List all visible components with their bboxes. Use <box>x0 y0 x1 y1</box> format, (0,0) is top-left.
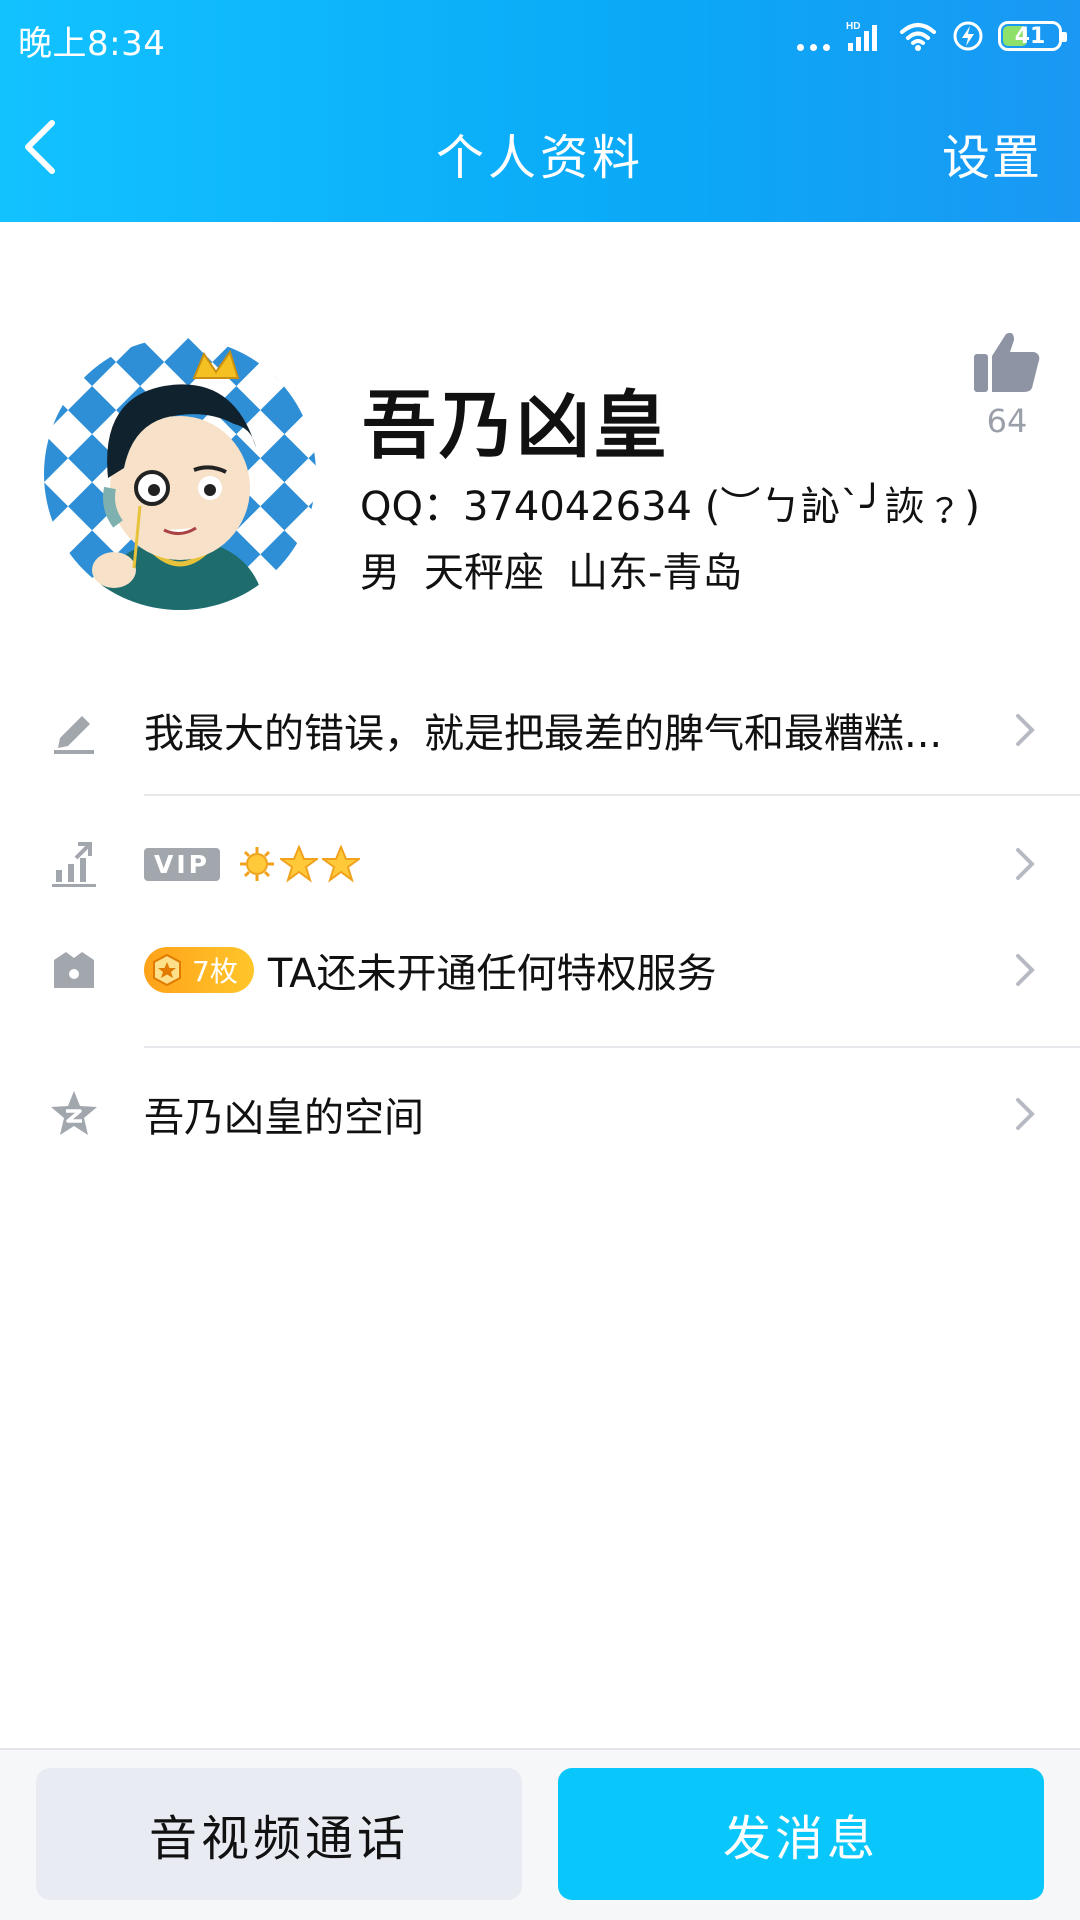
more-dots-icon <box>797 21 830 51</box>
send-message-button[interactable]: 发消息 <box>558 1768 1044 1900</box>
profile-meta: 男 天秤座 山东-青岛 <box>360 540 742 598</box>
sun-icon <box>239 847 274 881</box>
like-button[interactable]: 64 <box>966 328 1048 440</box>
medal-badge: 7枚 <box>144 947 254 993</box>
level-icons <box>238 845 360 883</box>
chevron-right-icon <box>1016 714 1035 746</box>
qq-number: QQ：374042634 (︶ㄅ訫ˋ╯詼﹖) <box>360 484 981 530</box>
charging-icon <box>953 21 983 51</box>
status-bar: 晚上8:34 HD 41 <box>0 0 1080 72</box>
qzone-row[interactable]: 吾乃凶皇的空间 <box>0 1086 1080 1142</box>
qzone-star-icon <box>48 1088 100 1140</box>
edit-icon <box>48 704 100 756</box>
vip-level-row[interactable]: VIP <box>0 836 1080 892</box>
chevron-right-icon <box>1016 954 1035 986</box>
status-time: 晚上8:34 <box>18 24 166 64</box>
like-count: 64 <box>986 402 1028 440</box>
profile-location: 山东-青岛 <box>568 550 743 596</box>
level-chart-icon <box>48 838 100 890</box>
thumbs-up-icon <box>974 332 1040 392</box>
page-title: 个人资料 <box>435 130 644 186</box>
divider <box>144 794 1080 796</box>
qzone-text: 吾乃凶皇的空间 <box>144 1095 424 1141</box>
divider <box>144 1046 1080 1048</box>
wifi-icon <box>900 23 936 51</box>
avatar[interactable] <box>44 338 316 610</box>
privilege-row[interactable]: 7枚 TA还未开通任何特权服务 <box>0 940 1080 1000</box>
privilege-content: 7枚 TA还未开通任何特权服务 <box>144 941 717 999</box>
battery-level: 41 <box>1014 23 1046 49</box>
profile-name: 吾乃凶皇 <box>362 383 670 469</box>
status-icons: HD 41 <box>797 16 1067 56</box>
signature-row[interactable]: 我最大的错误，就是把最差的脾气和最糟糕... <box>0 702 1080 758</box>
bottom-action-bar: 音视频通话 发消息 <box>0 1748 1080 1920</box>
header-bar: 晚上8:34 HD 41 个人资料 设置 <box>0 0 1080 222</box>
svg-text:HD: HD <box>846 21 860 32</box>
privilege-text: TA还未开通任何特权服务 <box>267 951 717 997</box>
profile-zodiac: 天秤座 <box>424 550 544 596</box>
signature-text: 我最大的错误，就是把最差的脾气和最糟糕... <box>144 711 943 757</box>
vip-level-content: VIP <box>144 845 360 883</box>
vip-badge: VIP <box>144 847 220 881</box>
profile-gender: 男 <box>360 550 400 596</box>
medal-count: 7枚 <box>192 955 238 988</box>
settings-button[interactable]: 设置 <box>942 118 1042 188</box>
chevron-right-icon <box>1016 848 1035 880</box>
crown-box-icon <box>48 944 100 996</box>
star-icon <box>279 845 318 883</box>
avatar-image <box>44 338 316 610</box>
chevron-right-icon <box>1016 1098 1035 1130</box>
battery-icon: 41 <box>998 21 1067 51</box>
video-call-button[interactable]: 音视频通话 <box>36 1768 522 1900</box>
signal-icon: HD <box>846 21 877 51</box>
medal-icon <box>153 953 181 987</box>
star-icon <box>321 845 360 883</box>
